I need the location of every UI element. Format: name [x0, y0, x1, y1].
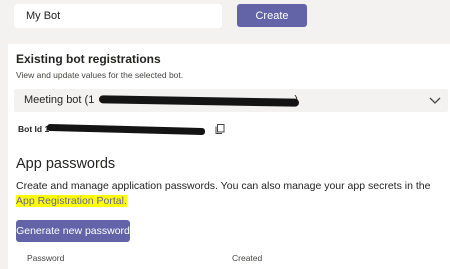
link-suffix: . — [123, 195, 127, 207]
app-passwords-heading: App passwords — [16, 156, 116, 172]
copy-icon[interactable] — [214, 123, 226, 135]
existing-registrations-heading: Existing bot registrations — [16, 52, 161, 66]
bot-select-dropdown[interactable]: Meeting bot (1) — [14, 89, 448, 112]
chevron-down-icon — [429, 97, 441, 104]
generate-new-password-button[interactable]: Generate new password — [16, 220, 130, 242]
column-header-created: Created — [232, 253, 263, 263]
app-passwords-description: Create and manage application passwords.… — [16, 180, 431, 207]
top-bar: Create — [0, 0, 450, 37]
column-header-password: Password — [27, 253, 65, 263]
existing-registrations-subtitle: View and update values for the selected … — [16, 70, 184, 80]
bot-id-label: Bot Id 1 — [18, 124, 49, 134]
app-registration-portal-link[interactable]: App Registration Portal — [16, 195, 124, 207]
selected-bot-name: Meeting bot (1 — [24, 94, 95, 106]
create-button[interactable]: Create — [237, 4, 307, 27]
bot-name-input[interactable] — [14, 4, 222, 28]
